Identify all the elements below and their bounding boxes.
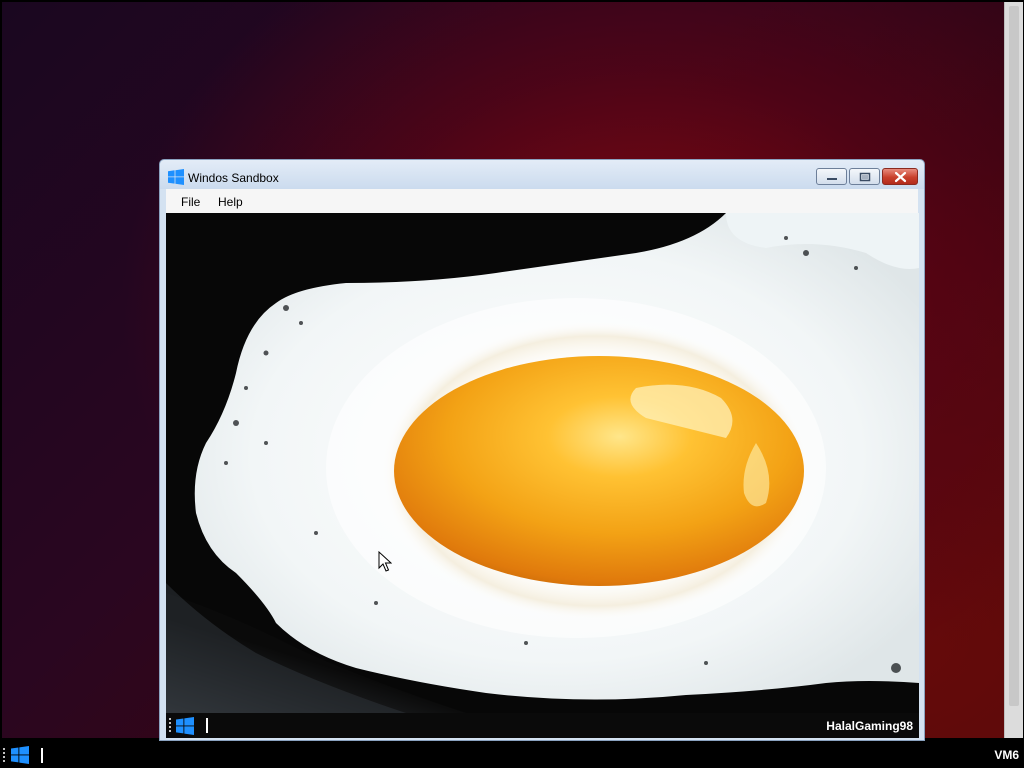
guest-username: HalalGaming98 (826, 719, 913, 733)
window-title: Windos Sandbox (188, 171, 279, 185)
host-desktop: Windos Sandbox File Help HalalGaming98 V… (0, 0, 1024, 768)
host-machine-label: VM6 (994, 748, 1019, 762)
window-titlebar[interactable]: Windos Sandbox (160, 160, 924, 189)
menu-bar: File Help (166, 189, 918, 213)
menu-file[interactable]: File (181, 195, 200, 209)
guest-desktop[interactable] (166, 213, 919, 713)
minimize-icon (827, 178, 837, 180)
grip-icon (169, 718, 171, 732)
menu-help[interactable]: Help (218, 195, 243, 209)
guest-search-caret[interactable] (206, 718, 208, 733)
mouse-pointer-icon (378, 551, 392, 572)
sandbox-window: Windos Sandbox File Help HalalGaming98 (159, 159, 925, 741)
host-taskbar: VM6 (0, 742, 1024, 768)
host-scrollbar[interactable] (1004, 2, 1023, 738)
restore-button[interactable] (849, 168, 880, 185)
grip-icon (3, 748, 5, 762)
close-icon (894, 171, 907, 183)
guest-start-button[interactable] (176, 717, 194, 735)
restore-icon (859, 172, 871, 182)
host-search-caret[interactable] (41, 748, 43, 763)
host-start-button[interactable] (10, 746, 30, 764)
minimize-button[interactable] (816, 168, 847, 185)
windows-logo-icon (168, 169, 184, 185)
fried-egg-wallpaper (166, 213, 919, 713)
host-scrollbar-thumb[interactable] (1009, 6, 1019, 706)
guest-taskbar: HalalGaming98 (166, 713, 919, 738)
close-button[interactable] (882, 168, 918, 185)
